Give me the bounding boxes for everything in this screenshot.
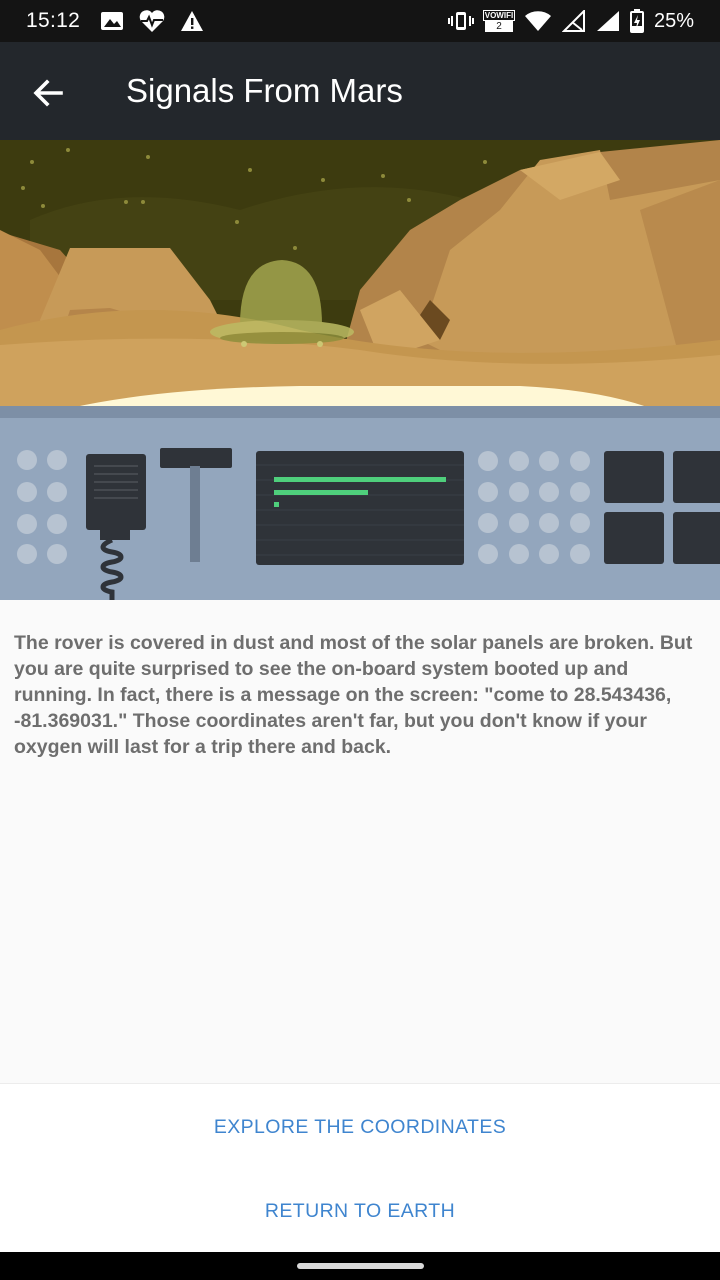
console-screen — [256, 451, 464, 565]
page-title: Signals From Mars — [126, 72, 403, 109]
home-gesture-pill[interactable] — [297, 1263, 424, 1269]
vowifi-label: VOWIFI — [482, 10, 516, 21]
network-badge: 2 — [484, 21, 513, 32]
return-to-earth-button[interactable]: RETURN TO EARTH — [0, 1181, 720, 1241]
heart-monitor-icon — [139, 10, 165, 32]
image-icon — [101, 12, 124, 30]
arrow-back-icon — [33, 79, 63, 107]
navigation-bar — [0, 1252, 720, 1280]
back-button[interactable] — [22, 67, 74, 119]
status-bar: 15:12 VOWIFI 2 25% — [0, 0, 720, 42]
story-text: The rover is covered in dust and most of… — [14, 632, 693, 758]
explore-coordinates-button[interactable]: EXPLORE THE COORDINATES — [0, 1097, 720, 1157]
status-time: 15:12 — [26, 9, 81, 32]
action-panel: EXPLORE THE COORDINATES RETURN TO EARTH — [0, 1083, 720, 1253]
battery-charging-icon — [629, 9, 644, 33]
battery-percent: 25% — [653, 9, 694, 32]
warning-icon — [181, 11, 204, 31]
vowifi-icon: VOWIFI 2 — [482, 10, 516, 32]
status-notification-icons — [100, 9, 204, 33]
app-bar: Signals From Mars — [0, 42, 720, 140]
wifi-icon — [524, 11, 551, 31]
vibrate-icon — [447, 12, 474, 30]
status-system-icons: VOWIFI 2 25% — [447, 9, 694, 33]
signal-full-icon — [596, 11, 619, 31]
mars-rover-console-illustration — [0, 140, 720, 600]
signal-empty-icon — [561, 10, 585, 32]
